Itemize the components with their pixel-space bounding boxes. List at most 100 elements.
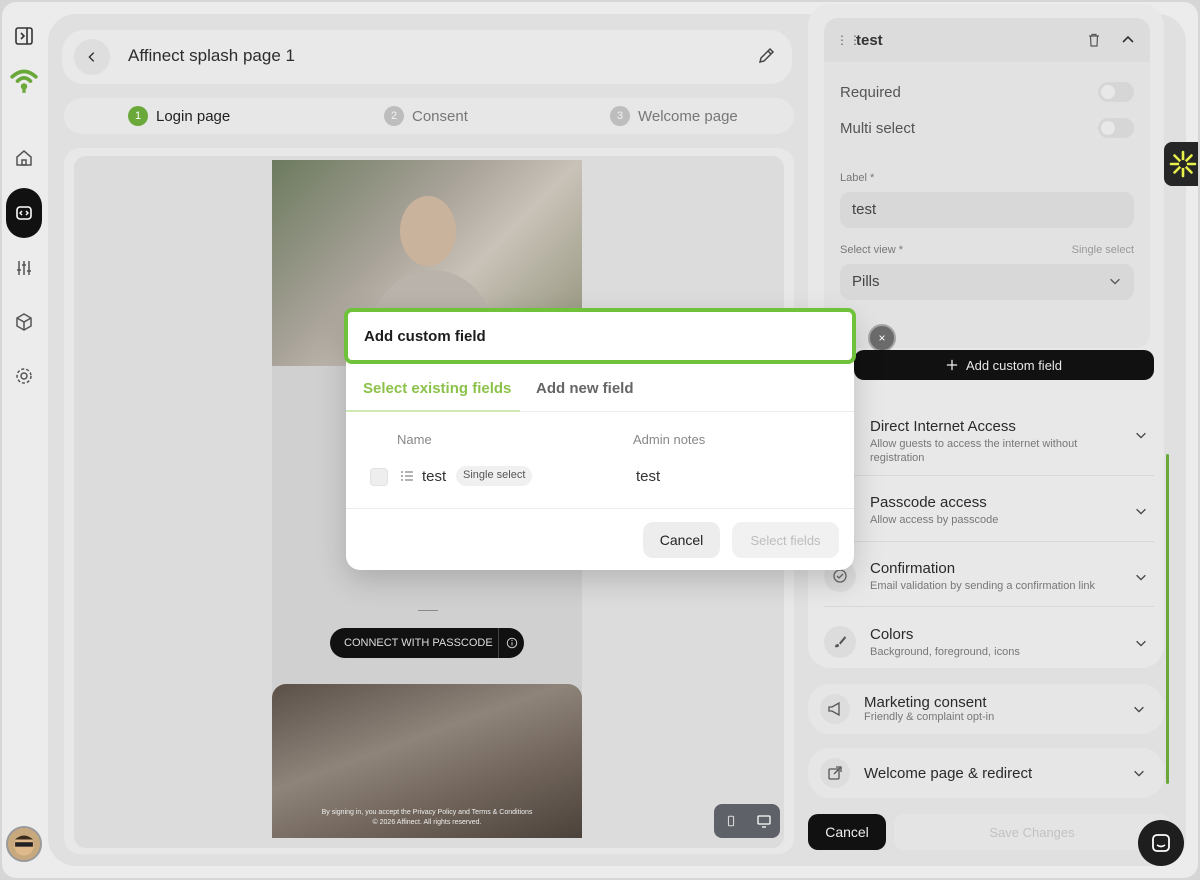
accordion-subtitle: Allow guests to access the internet with… [870,438,1078,464]
cancel-button[interactable]: Cancel [808,814,886,850]
multi-select-row: Multi select [840,118,1134,138]
label-input[interactable]: test [840,192,1134,228]
separator [824,541,1154,542]
step-label: Welcome page [638,107,738,125]
connect-passcode-button[interactable]: CONNECT WITH PASSCODE [330,628,524,658]
sliders-icon [17,261,31,275]
chevron-up-icon[interactable] [1120,32,1136,48]
tab-select-existing-fields[interactable]: Select existing fields [363,380,511,397]
sidebar-toggle-button[interactable] [6,18,42,54]
modal-cancel-button[interactable]: Cancel [643,522,720,558]
row-checkbox[interactable] [370,468,388,486]
sidebar-item-settings[interactable] [6,358,42,394]
mobile-view-button[interactable] [714,804,747,838]
accordion-colors[interactable]: Colors Background, foreground, icons [824,612,1154,676]
copyright-line: © 2026 Affinect. All rights reserved. [372,819,482,826]
scrollbar[interactable] [1166,454,1169,784]
back-button[interactable] [74,39,110,75]
row-field-name: test [422,468,447,485]
select-fields-button[interactable]: Select fields [732,522,839,558]
sidebar [2,2,46,878]
megaphone-icon [820,694,850,724]
chevron-down-icon [1134,570,1148,584]
step-number: 2 [384,106,404,126]
modal-title: Add custom field [364,328,486,345]
chat-button[interactable] [1138,820,1184,866]
required-row: Required [840,82,1134,102]
legal-text: By signing in, you accept the Privacy Po… [272,808,582,828]
chevron-down-icon [1134,504,1148,518]
accordion-direct-internet-access[interactable]: Direct Internet Access Allow guests to a… [824,404,1154,468]
sidebar-item-splash[interactable] [6,188,42,238]
modal-footer-divider [346,508,854,509]
assistant-button[interactable] [1164,142,1198,186]
desktop-view-button[interactable] [747,804,780,838]
row-admin-notes: test [636,468,661,485]
step-label: Consent [412,107,468,125]
step-label: Login page [156,107,231,125]
close-chip[interactable]: × [868,324,896,352]
chevron-down-icon [1108,274,1122,288]
external-link-icon [820,758,850,788]
chat-icon [1152,834,1170,852]
multi-select-toggle[interactable] [1098,118,1134,138]
select-view-value: Pills [852,273,880,290]
accordion-title: Colors [870,626,914,643]
field-name: test [856,32,883,49]
field-type-badge: Single select [456,466,533,486]
card-subtitle: Friendly & complaint opt-in [864,711,995,723]
separator [824,475,1154,476]
field-header: ⋮⋮ test [824,18,1150,62]
sparkle-icon [1169,150,1197,178]
accordion-title: Confirmation [870,560,956,577]
trash-icon[interactable] [1086,32,1102,48]
column-header-admin-notes: Admin notes [633,432,706,447]
avatar[interactable] [6,826,42,862]
step-consent[interactable]: 2 Consent [384,106,468,126]
stepper: 1 Login page 2 Consent 3 Welcome page [64,98,794,134]
add-custom-field-label: Add custom field [965,357,1063,373]
step-welcome-page[interactable]: 3 Welcome page [610,106,738,126]
step-login-page[interactable]: 1 Login page [128,106,230,126]
phone-icon [727,815,734,827]
tab-add-new-field[interactable]: Add new field [536,380,634,397]
edit-title-button[interactable] [756,46,778,68]
legal-line: By signing in, you accept the Privacy Po… [321,809,533,816]
sidebar-item-controls[interactable] [6,250,42,286]
custom-field-card: ⋮⋮ test Required Multi select Label * te… [824,18,1150,348]
device-toggle [714,804,780,838]
table-row[interactable]: test Single select test [346,460,854,492]
card-marketing-consent[interactable]: Marketing consent Friendly & complaint o… [808,684,1164,734]
brush-icon [824,626,856,658]
separator [824,606,1154,607]
wifi-logo-icon [10,69,38,93]
card-title: Welcome page & redirect [864,765,1033,782]
select-view-dropdown[interactable]: Pills [840,264,1134,300]
logo [6,62,42,98]
sidebar-item-home[interactable] [6,140,42,176]
accordion-confirmation[interactable]: Confirmation Email validation by sending… [824,546,1154,610]
step-number: 1 [128,106,148,126]
card-title: Marketing consent [864,694,987,711]
info-icon[interactable] [498,628,524,658]
required-toggle[interactable] [1098,82,1134,102]
chevron-down-icon [1132,766,1146,780]
sidebar-item-packages[interactable] [6,304,42,340]
column-header-name: Name [397,432,432,447]
label-field-label: Label * [840,172,875,184]
accordion-passcode-access[interactable]: Passcode access Allow access by passcode [824,480,1154,544]
chevron-left-icon [88,52,95,62]
code-icon [16,206,32,220]
divider [418,610,438,611]
cube-icon [16,313,32,331]
card-welcome-redirect[interactable]: Welcome page & redirect [808,748,1164,798]
connect-label: CONNECT WITH PASSCODE [344,637,493,649]
pencil-icon [758,47,775,64]
save-changes-button[interactable]: Save Changes [894,814,1170,850]
step-number: 3 [610,106,630,126]
chevron-down-icon [1132,702,1146,716]
add-custom-field-button[interactable]: Add custom field [854,350,1154,380]
home-icon [16,150,32,166]
modal-header: Add custom field [344,308,856,364]
sidebar-expand-icon [15,27,33,45]
